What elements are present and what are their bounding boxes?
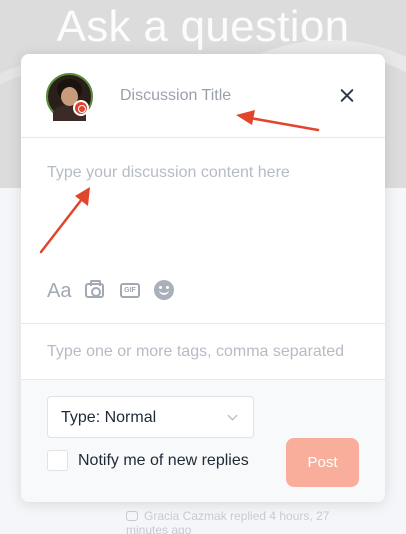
discussion-type-select[interactable]: Type: Normal bbox=[47, 396, 254, 438]
modal-header: Discussion Title bbox=[21, 54, 385, 138]
notify-checkbox[interactable] bbox=[47, 450, 68, 471]
avatar-badge-icon bbox=[73, 100, 89, 116]
emoji-mouth bbox=[159, 289, 169, 295]
activity-note-text: Gracia Cazmak replied 4 hours, 27 minute… bbox=[126, 509, 330, 534]
new-discussion-modal: Discussion Title Type your discussion co… bbox=[21, 54, 385, 502]
post-button[interactable]: Post bbox=[286, 438, 359, 487]
notify-label[interactable]: Notify me of new replies bbox=[78, 452, 249, 470]
chevron-down-icon bbox=[227, 410, 238, 421]
type-select-value: Type: Normal bbox=[61, 409, 157, 426]
text-format-icon[interactable]: Aa bbox=[47, 280, 71, 303]
modal-footer: Type: Normal Notify me of new replies Po… bbox=[21, 380, 385, 502]
content-placeholder: Type your discussion content here bbox=[47, 164, 290, 181]
tags-placeholder: Type one or more tags, comma separated bbox=[47, 343, 345, 360]
tags-input[interactable]: Type one or more tags, comma separated bbox=[21, 325, 385, 380]
close-icon[interactable] bbox=[337, 86, 357, 106]
activity-note: Gracia Cazmak replied 4 hours, 27 minute… bbox=[126, 509, 346, 534]
camera-icon[interactable] bbox=[85, 280, 104, 298]
page-heading: Ask a question bbox=[56, 2, 350, 51]
emoji-icon[interactable] bbox=[154, 280, 174, 300]
gif-icon[interactable]: GIF bbox=[120, 283, 140, 298]
discussion-content-input[interactable]: Type your discussion content here Aa GIF bbox=[21, 138, 385, 324]
discussion-title-input[interactable]: Discussion Title bbox=[120, 87, 231, 105]
reply-icon bbox=[126, 511, 138, 521]
